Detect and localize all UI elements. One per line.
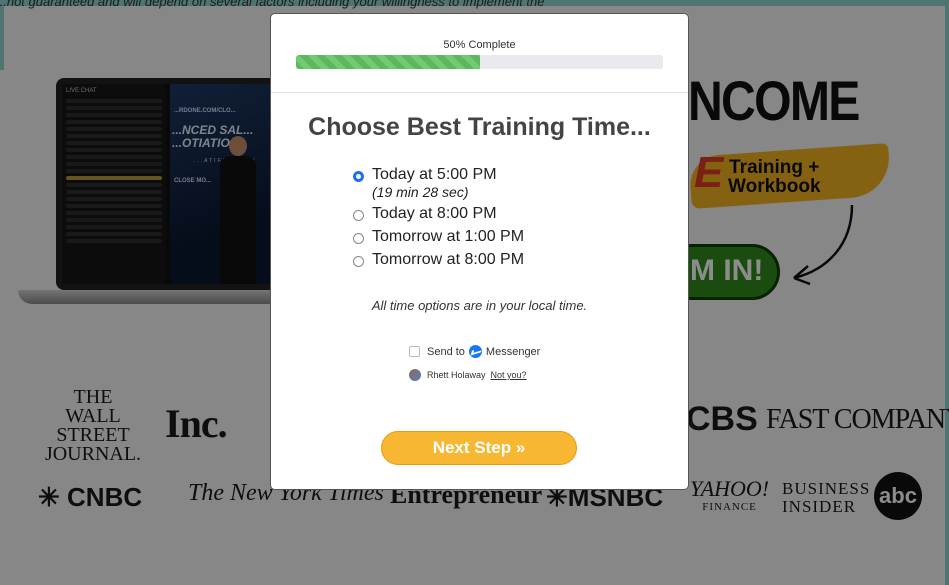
time-option-label: Tomorrow at 8:00 PM bbox=[372, 251, 525, 268]
messenger-user: Rhett Holaway Not you? bbox=[409, 369, 527, 381]
time-option-tomorrow-8pm[interactable]: Tomorrow at 8:00 PM bbox=[353, 251, 524, 269]
time-option-today-5pm[interactable]: Today at 5:00 PM (19 min 28 sec) bbox=[353, 166, 524, 200]
radio-button[interactable] bbox=[353, 233, 364, 244]
radio-button[interactable] bbox=[353, 256, 364, 267]
next-step-button[interactable]: Next Step » bbox=[381, 431, 577, 465]
modal-divider bbox=[271, 92, 688, 93]
time-option-label: Today at 5:00 PM bbox=[372, 166, 497, 183]
local-time-note: All time options are in your local time. bbox=[371, 298, 588, 313]
time-option-today-8pm[interactable]: Today at 8:00 PM bbox=[353, 205, 524, 223]
training-time-modal: 50% Complete Choose Best Training Time..… bbox=[270, 13, 689, 490]
messenger-label: Messenger bbox=[485, 345, 541, 358]
progress-bar-fill bbox=[296, 55, 480, 69]
countdown-text: (19 min 28 sec) bbox=[372, 184, 469, 200]
avatar bbox=[409, 369, 421, 381]
time-option-label: Tomorrow at 1:00 PM bbox=[372, 228, 525, 245]
messenger-icon bbox=[468, 345, 482, 358]
progress-label: 50% Complete bbox=[443, 39, 516, 51]
time-option-label: Today at 8:00 PM bbox=[372, 205, 497, 222]
time-option-tomorrow-1pm[interactable]: Tomorrow at 1:00 PM bbox=[353, 228, 524, 246]
time-options: Today at 5:00 PM (19 min 28 sec) Today a… bbox=[353, 166, 524, 274]
user-name: Rhett Holaway bbox=[427, 370, 486, 380]
send-to-label: Send to bbox=[427, 345, 465, 358]
send-to-messenger[interactable]: Send to Messenger bbox=[409, 345, 540, 358]
radio-button[interactable] bbox=[353, 171, 364, 182]
progress-bar bbox=[296, 55, 663, 69]
messenger-checkbox[interactable] bbox=[409, 346, 420, 357]
radio-button[interactable] bbox=[353, 210, 364, 221]
not-you-link[interactable]: Not you? bbox=[491, 370, 527, 380]
modal-title: Choose Best Training Time... bbox=[308, 113, 651, 141]
